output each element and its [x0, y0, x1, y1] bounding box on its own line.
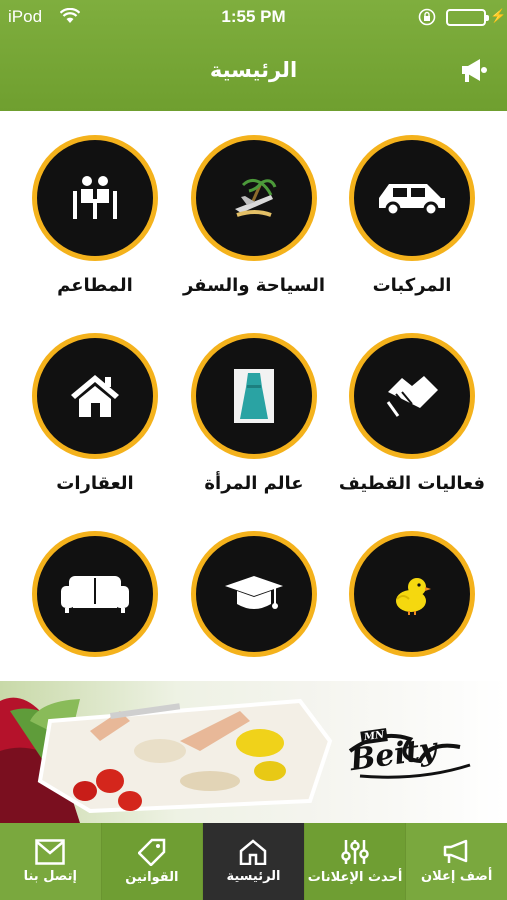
status-bar: iPod 1:55 PM ⚡	[0, 0, 507, 34]
page-title: الرئيسية	[209, 58, 298, 82]
category-label: المركبات	[372, 275, 452, 296]
category-label: المطاعم	[57, 275, 133, 296]
tab-add-ad[interactable]: أضف إعلان	[406, 823, 507, 900]
travel-icon	[191, 135, 317, 261]
tab-home[interactable]: الرئيسية	[203, 823, 305, 900]
handshake-icon	[349, 333, 475, 459]
battery-icon	[446, 9, 489, 26]
category-label: العقارات	[56, 473, 134, 494]
tab-label: إتصل بنا	[23, 869, 77, 884]
tab-label: أحدث الإعلانات	[307, 870, 403, 885]
category-label: فعاليات القطيف	[338, 473, 486, 494]
tab-latest-ads[interactable]: أحدث الإعلانات	[304, 823, 407, 900]
restaurant-icon	[32, 135, 158, 261]
app-header: iPod 1:55 PM ⚡ الرئيسية	[0, 0, 507, 111]
category-label: السياحة والسفر	[182, 275, 326, 296]
graduation-cap-icon	[191, 531, 317, 657]
charging-icon: ⚡	[490, 8, 507, 23]
ad-banner[interactable]: MN Beity	[0, 681, 507, 823]
sofa-icon	[32, 531, 158, 657]
dress-icon	[191, 333, 317, 459]
tab-rules[interactable]: القوانين	[101, 823, 204, 900]
car-icon	[349, 135, 475, 261]
megaphone-icon[interactable]	[458, 56, 490, 86]
bottom-tab-bar: إتصل بنا القوانين الرئيسية أحدث الإعلانا…	[0, 823, 507, 900]
category-label: عالم المرأة	[204, 473, 304, 494]
tab-contact-us[interactable]: إتصل بنا	[0, 823, 102, 900]
mail-icon	[35, 839, 66, 865]
category-grid: المركبات السياحة والسفر المطاعم فعاليات …	[0, 111, 507, 681]
chick-icon	[349, 531, 475, 657]
tab-label: القوانين	[125, 870, 179, 885]
home-icon	[240, 839, 267, 865]
orientation-lock-icon	[418, 8, 436, 31]
house-icon	[32, 333, 158, 459]
sliders-icon	[341, 840, 369, 864]
tag-icon	[137, 838, 166, 866]
tab-label: الرئيسية	[226, 869, 281, 884]
megaphone-icon	[443, 839, 467, 863]
tab-label: أضف إعلان	[421, 869, 493, 884]
